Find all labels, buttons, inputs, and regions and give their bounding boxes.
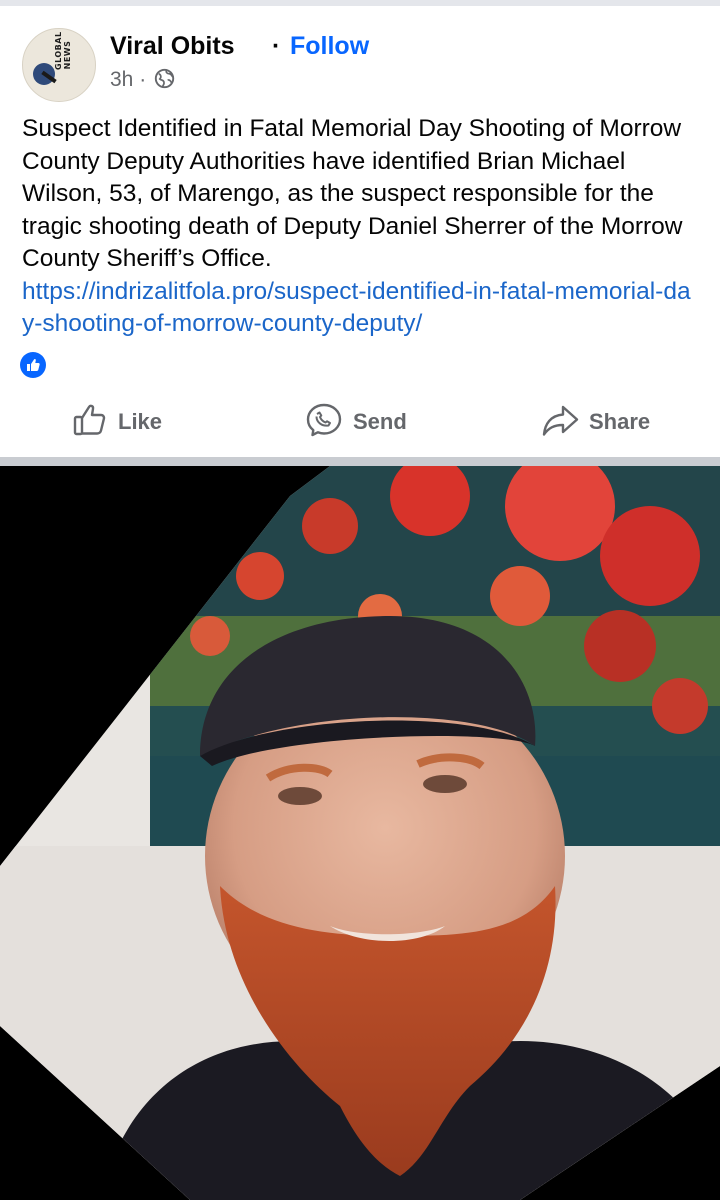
section-divider [0,457,720,466]
thumbs-up-icon[interactable] [20,352,46,378]
share-arrow-icon [541,402,579,443]
globe-icon [154,68,175,95]
name-separator: · [272,32,281,60]
page-avatar[interactable]: GLOBAL NEWS [22,28,96,102]
top-divider [0,0,720,6]
share-button[interactable]: Share [541,398,650,446]
post-timestamp[interactable]: 3h [110,68,133,91]
post-text: Suspect Identified in Fatal Memorial Day… [22,115,683,272]
post-body: Suspect Identified in Fatal Memorial Day… [22,113,702,341]
post-actions: Like Send Share [0,398,720,446]
messenger-icon [305,402,343,443]
post-link[interactable]: https://indrizalitfola.pro/suspect-ident… [22,276,702,341]
send-label: Send [353,409,407,434]
post-photo[interactable] [0,466,720,1200]
post-header: GLOBAL NEWS Viral Obits · Follow 3h · [22,24,702,102]
meta-separator: · [139,68,147,91]
thumbs-up-outline-icon [72,402,108,443]
post-meta: 3h · [110,68,175,95]
avatar-logo-text: GLOBAL NEWS [54,31,72,70]
send-button[interactable]: Send [305,398,407,446]
like-button[interactable]: Like [72,398,162,446]
photo-scene [0,466,720,1200]
like-label: Like [118,409,163,434]
follow-button[interactable]: Follow [290,32,369,61]
share-label: Share [589,409,651,434]
page-name[interactable]: Viral Obits [110,32,235,61]
